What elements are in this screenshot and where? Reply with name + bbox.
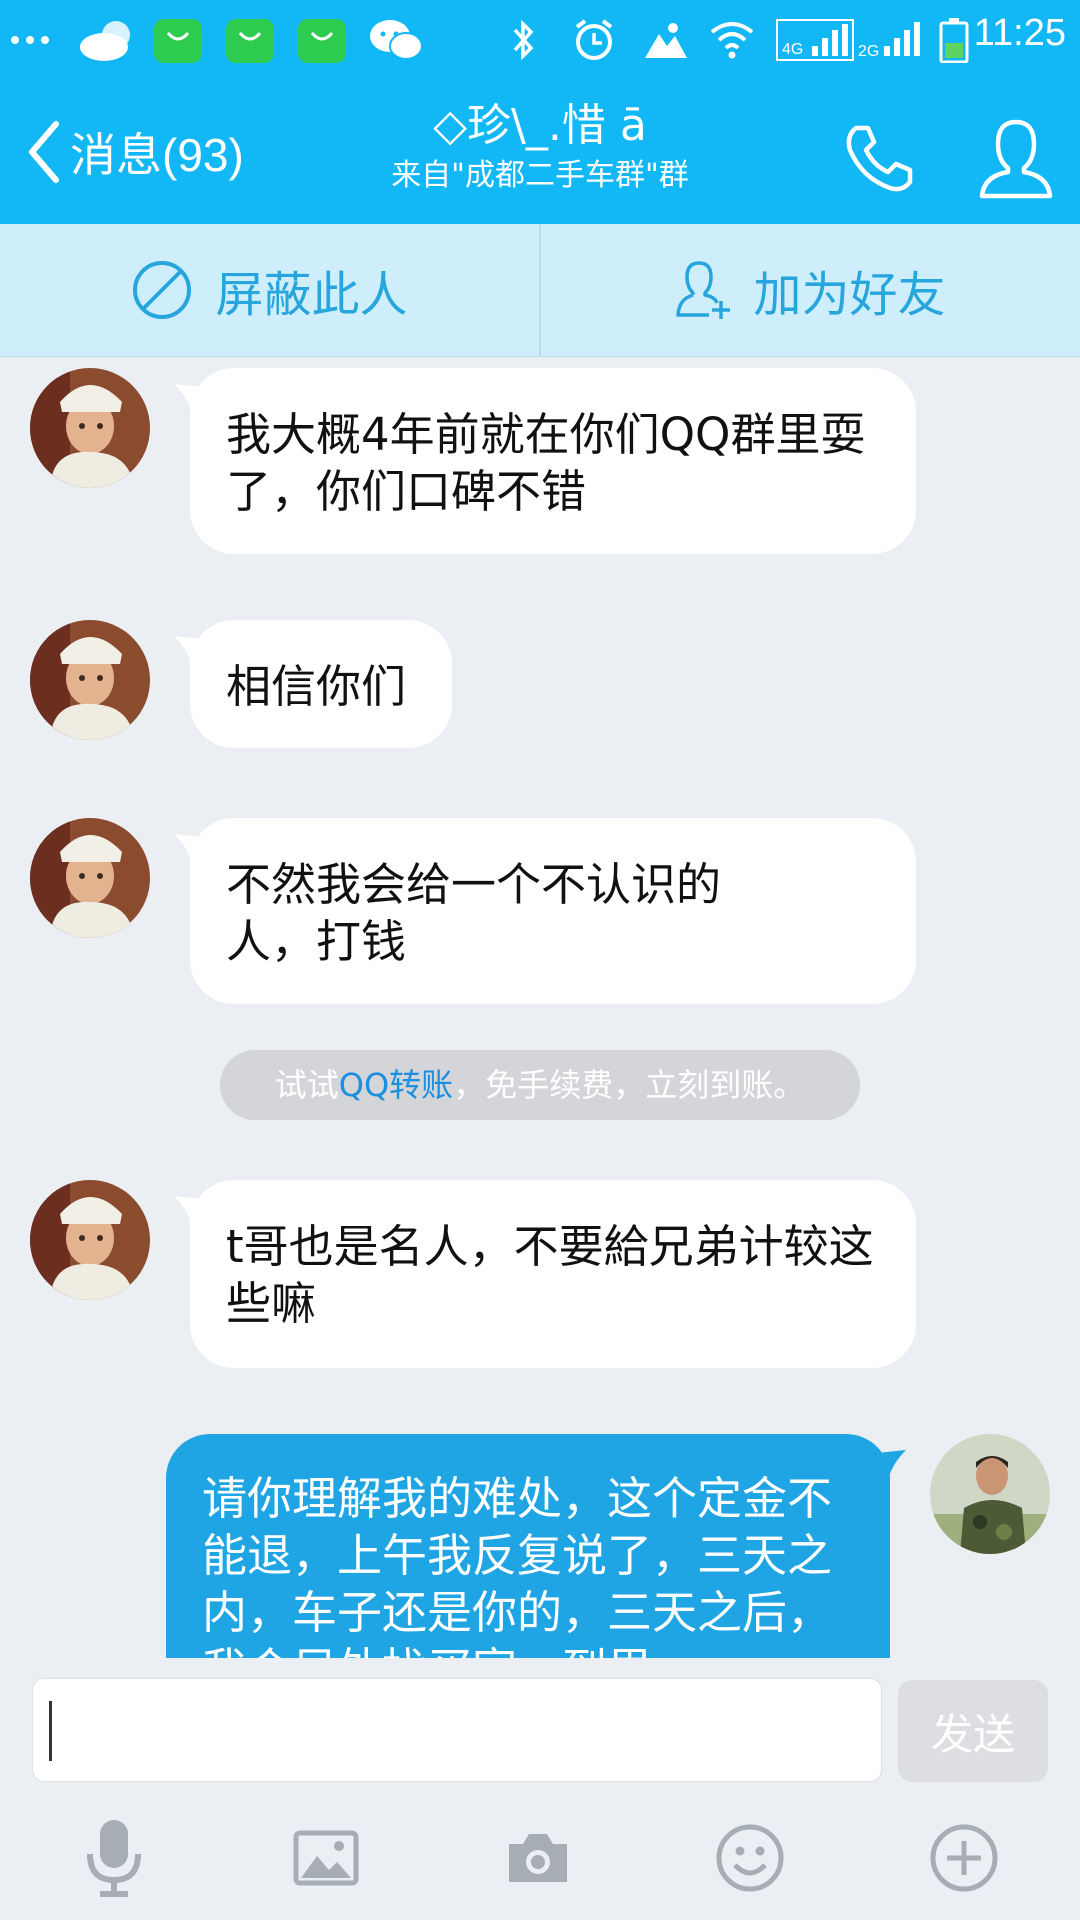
incoming-message-bubble[interactable]: t哥也是名人，不要給兄弟计较这些嘛 [174,1180,916,1368]
camera-icon [505,1830,571,1886]
compose-bar: 发送 [0,1658,1080,1782]
call-button[interactable] [830,108,930,208]
incoming-message-bubble[interactable]: 不然我会给一个不认识的人，打钱 [174,818,916,1004]
status-time: 11:25 [973,12,1066,54]
more-options-button[interactable] [914,1808,1014,1908]
more-icon [10,14,50,66]
profile-button[interactable] [966,108,1066,208]
bubble-tail [174,636,214,666]
add-friend-icon [675,259,731,321]
chevron-left-icon [26,120,62,184]
image-button[interactable] [276,1808,376,1908]
transfer-tip: 试试QQ转账，免手续费，立刻到账。 [220,1050,860,1120]
shop-bag-icon [296,14,348,66]
add-friend-label: 加为好友 [753,267,946,323]
camera-button[interactable] [488,1808,588,1908]
stranger-action-bar: 屏蔽此人 加为好友 [0,224,1080,357]
block-user-label: 屏蔽此人 [215,267,408,323]
shop-bag-icon [152,14,204,66]
status-bar: 4G 2G 11:25 [0,0,1080,80]
message-text: 相信你们 [226,660,407,713]
send-button[interactable]: 发送 [898,1680,1048,1782]
message-list[interactable]: 我大概4年前就在你们QQ群里耍了，你们口碑不错 相信你们 不然我会给一个不认识的… [0,358,1080,1658]
message-text: 我大概4年前就在你们QQ群里耍了，你们口碑不错 [226,408,866,518]
add-friend-button[interactable]: 加为好友 [541,224,1080,356]
back-button[interactable]: 消息(93) [26,110,244,194]
image-icon [293,1830,359,1886]
page-subtitle: 来自"成都二手车群"群 [391,158,689,193]
text-caret [49,1701,52,1761]
alarm-icon [570,14,618,66]
shop-bag-icon [224,14,276,66]
page-title: ◇珍\_.惜 ā [433,100,647,151]
svg-text:4G: 4G [782,41,803,58]
voice-button[interactable] [64,1808,164,1908]
message-input[interactable] [32,1678,882,1782]
chat-header: 消息(93) ◇珍\_.惜 ā 来自"成都二手车群"群 [0,80,1080,224]
back-label: 消息(93) [70,129,244,181]
signal-4g-icon: 4G [776,14,854,66]
phone-icon [842,120,918,196]
bubble-tail [866,1450,906,1480]
incoming-message-bubble[interactable]: 相信你们 [174,620,452,748]
plus-icon [929,1823,999,1893]
battery-icon [936,14,972,66]
cloud-weather-icon [78,14,136,66]
microphone-icon [82,1818,146,1898]
bubble-tail [174,1196,214,1226]
person-icon [978,116,1054,200]
my-avatar[interactable] [930,1434,1050,1554]
outgoing-message-bubble[interactable]: 请你理解我的难处，这个定金不能退，上午我反复说了，三天之内，车子还是你的，三天之… [166,1434,906,1658]
data-transfer-icon [642,14,690,66]
wifi-icon [708,14,756,66]
chat-title: ◇珍\_.惜 ā 来自"成都二手车群"群 [300,98,780,196]
qq-transfer-link[interactable]: QQ转账 [339,1066,453,1104]
block-icon [131,259,193,321]
input-toolbar [0,1782,1080,1920]
emoji-icon [715,1823,785,1893]
emoji-button[interactable] [700,1808,800,1908]
signal-2g-icon: 2G [858,14,924,66]
wechat-icon [368,14,424,66]
incoming-message-bubble[interactable]: 我大概4年前就在你们QQ群里耍了，你们口碑不错 [174,368,916,554]
sender-avatar[interactable] [30,620,150,740]
bubble-tail [174,834,214,864]
bubble-tail [174,384,214,414]
block-user-button[interactable]: 屏蔽此人 [0,224,539,356]
transfer-tip-suffix: ，免手续费，立刻到账。 [453,1066,806,1104]
svg-text:2G: 2G [858,43,879,60]
transfer-tip-prefix: 试试 [274,1066,339,1104]
message-text: 不然我会给一个不认识的人，打钱 [226,858,722,968]
bluetooth-icon [506,14,540,66]
message-text: t哥也是名人，不要給兄弟计较这些嘛 [226,1220,874,1330]
sender-avatar[interactable] [30,1180,150,1300]
sender-avatar[interactable] [30,368,150,488]
message-text: 请你理解我的难处，这个定金不能退，上午我反复说了，三天之内，车子还是你的，三天之… [202,1472,833,1658]
sender-avatar[interactable] [30,818,150,938]
